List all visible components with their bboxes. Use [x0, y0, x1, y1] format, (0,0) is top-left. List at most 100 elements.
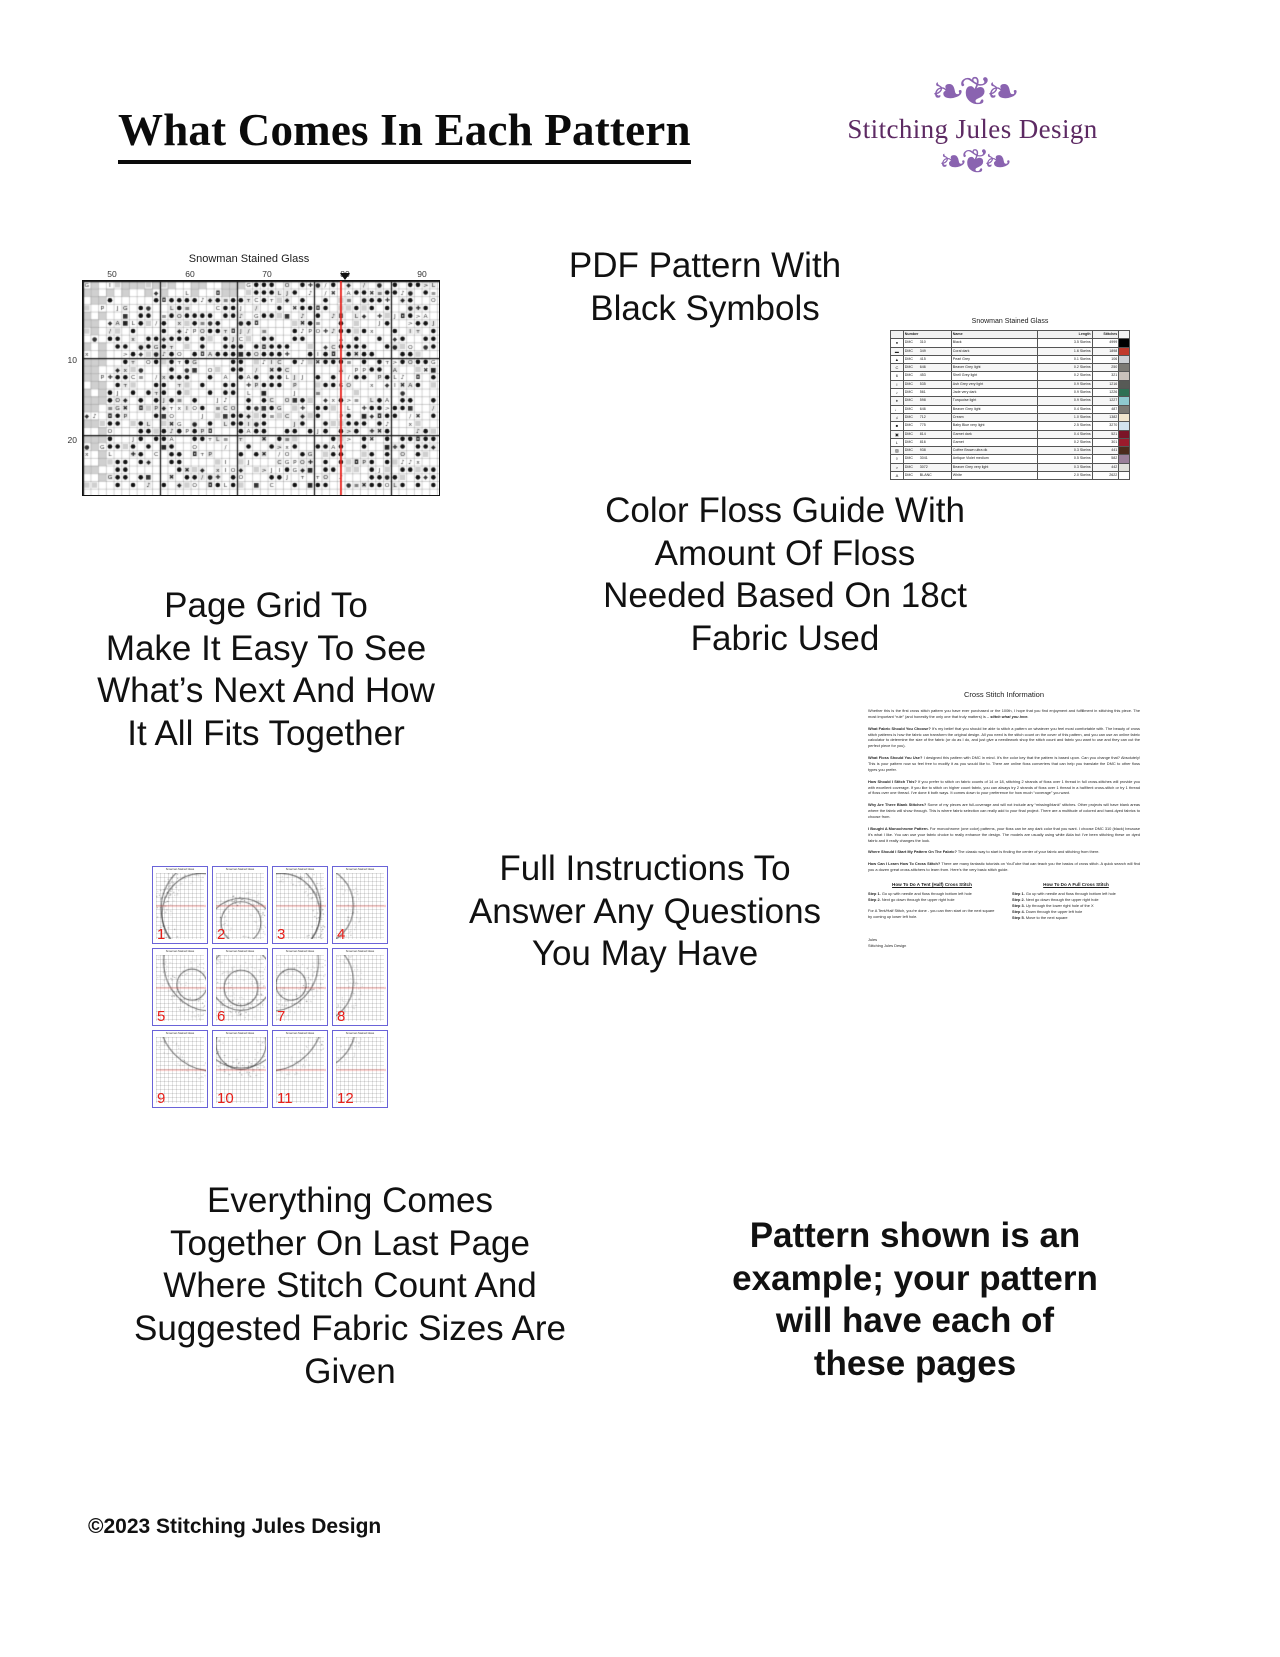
floss-color-swatch: [1119, 364, 1129, 371]
floss-color-swatch: [1119, 381, 1129, 388]
instructions-intro-emphasis: stitch what you love.: [990, 714, 1028, 719]
floss-stitches: 487: [1092, 405, 1119, 413]
page-grid-thumbnail: Snowman Stained Glass 2: [212, 866, 268, 944]
floss-stitches: 301: [1092, 438, 1119, 446]
floss-table-row: 6 DMC 453 Shell Grey light 0.2 Skeins 321: [891, 372, 1130, 380]
howto-section: How To Do A Tent (Half) Cross Stitch Ste…: [868, 882, 1140, 921]
floss-number: DMC 712: [903, 413, 951, 421]
floss-swatch: [1119, 413, 1130, 421]
floss-stitches: 1227: [1092, 397, 1119, 405]
floss-number: DMC 646: [903, 405, 951, 413]
howto-full-stitch: How To Do A Full Cross Stitch Step 1. Go…: [1012, 882, 1140, 921]
floss-swatch: [1119, 463, 1130, 471]
floss-table-row: ♦ DMC 598 Turquoise light 0.9 Skeins 1227: [891, 397, 1130, 405]
floss-length: 0.5 Skeins: [1038, 455, 1092, 463]
floss-length: 2.5 Skeins: [1038, 422, 1092, 430]
floss-table-row: ▬ DMC 349 Coral dark 1.6 Skeins 1898: [891, 347, 1130, 355]
floss-color-swatch: [1119, 447, 1129, 454]
floss-name: Pearl Grey: [951, 355, 1037, 363]
floss-number: DMC 535: [903, 380, 951, 388]
floss-number: DMC 816: [903, 438, 951, 446]
floss-stitches: 4999: [1092, 339, 1119, 347]
floss-length: 0.4 Skeins: [1038, 430, 1092, 438]
floss-number: DMC 3072: [903, 463, 951, 471]
page-grid-thumbnails: Snowman Stained Glass 1 Snowman Stained Gl…: [152, 866, 392, 1116]
floss-col-stitches: Stitches: [1092, 331, 1119, 339]
floss-color-swatch: [1119, 372, 1129, 379]
floss-col-name: Name: [951, 331, 1037, 339]
floss-number: DMC 349: [903, 347, 951, 355]
callout-pdf-pattern: PDF Pattern With Black Symbols: [500, 245, 910, 330]
instructions-section-heading: I Bought A Monochrome Pattern.: [868, 826, 929, 831]
floss-table-row: ● DMC 310 Black 3.5 Skeins 4999: [891, 339, 1130, 347]
floss-symbol: >: [891, 463, 904, 471]
floss-symbol: ▲: [891, 355, 904, 363]
thumbnail-title: Snowman Stained Glass: [273, 950, 327, 953]
floss-table-header-row: Number Name Length Stitches: [891, 331, 1130, 339]
page-grid-thumbnail: Snowman Stained Glass 3: [272, 866, 328, 944]
floss-number: DMC BLANC: [903, 472, 951, 480]
floss-table-row: ♪ DMC 561 Jade very dark 0.9 Skeins 1226: [891, 389, 1130, 397]
floss-length: 0.9 Skeins: [1038, 380, 1092, 388]
floss-symbol: ■: [891, 422, 904, 430]
floss-col-length: Length: [1038, 331, 1092, 339]
floss-color-swatch: [1119, 431, 1129, 438]
floss-table-title: Snowman Stained Glass: [890, 318, 1130, 325]
floss-name: Baby Blue very light: [951, 422, 1037, 430]
floss-swatch: [1119, 430, 1130, 438]
instructions-signature: Jules Stitching Jules Design: [868, 937, 1140, 949]
howto-step-label: Step 4.: [1012, 909, 1025, 914]
page-grid-number: 4: [337, 927, 345, 942]
floss-name: Turquoise light: [951, 397, 1037, 405]
page-grid-thumbnail: Snowman Stained Glass 6: [212, 948, 268, 1026]
floss-number: DMC 646: [903, 364, 951, 372]
page-grid-thumbnail: Snowman Stained Glass 4: [332, 866, 388, 944]
chart-col-label: 60: [185, 269, 194, 279]
instructions-section-heading: Why Are There Blank Stitches?: [868, 802, 926, 807]
floss-swatch: [1119, 438, 1130, 446]
floss-col-number: Number: [903, 331, 951, 339]
chart-col-label: 50: [107, 269, 116, 279]
floss-swatch: [1119, 422, 1130, 430]
thumbnail-title: Snowman Stained Glass: [153, 868, 207, 871]
floss-swatch: [1119, 355, 1130, 363]
floss-symbol: ♪: [891, 389, 904, 397]
floss-name: Shell Grey light: [951, 372, 1037, 380]
floss-table-row: > DMC 3072 Beaver Grey very light 0.3 Skeins…: [891, 463, 1130, 471]
instructions-section: I Bought A Monochrome Pattern. For monoc…: [868, 826, 1140, 844]
chart-col-label: 90: [417, 269, 426, 279]
floss-swatch: [1119, 405, 1130, 413]
chart-column-labels: 50 60 70 80 90: [60, 269, 438, 280]
callout-full-instructions: Full Instructions To Answer Any Question…: [430, 848, 860, 976]
floss-length: 0.3 Skeins: [1038, 463, 1092, 471]
howto-step-label: Step 2.: [868, 897, 881, 902]
floss-swatch: [1119, 397, 1130, 405]
floss-table-row: ♩ DMC 646 Beaver Grey light 0.4 Skeins 487: [891, 405, 1130, 413]
callout-last-page: Everything Comes Together On Last Page W…: [55, 1180, 645, 1393]
floss-table-row: ♫ DMC 712 Cream 1.0 Skeins 1382: [891, 413, 1130, 421]
floss-stitches: 1382: [1092, 413, 1119, 421]
thumbnail-title: Snowman Stained Glass: [273, 868, 327, 871]
floss-name: Beaver Grey light: [951, 364, 1037, 372]
howto-step: Step 2. Next go down through the upper r…: [868, 897, 996, 903]
floss-table-row: ▨ DMC 938 Coffee Brown ultra dk 0.3 Skeins 44…: [891, 447, 1130, 455]
instructions-section-heading: What Floss Should You Use?: [868, 755, 922, 760]
page-grid-number: 2: [217, 927, 225, 942]
floss-table-row: ■ DMC 775 Baby Blue very light 2.5 Skeins 327…: [891, 422, 1130, 430]
howto-tent-heading: How To Do A Tent (Half) Cross Stitch: [868, 882, 996, 887]
brand-logo: ❧❦❧ Stitching Jules Design ❧❦❧: [845, 72, 1100, 192]
flourish-bottom-icon: ❧❦❧: [845, 145, 1100, 181]
floss-name: Beaver Grey light: [951, 405, 1037, 413]
instructions-section-heading: How Can I Learn How To Cross Stitch?: [868, 861, 940, 866]
page-grid-number: 3: [277, 927, 285, 942]
floss-length: 0.2 Skeins: [1038, 364, 1092, 372]
floss-length: 0.3 Skeins: [1038, 447, 1092, 455]
page-grid-number: 6: [217, 1009, 225, 1024]
floss-number: DMC 598: [903, 397, 951, 405]
chart-title: Snowman Stained Glass: [60, 253, 438, 265]
floss-name: White: [951, 472, 1037, 480]
thumbnail-title: Snowman Stained Glass: [153, 1032, 207, 1035]
floss-stitches: 250: [1092, 364, 1119, 372]
floss-color-swatch: [1119, 439, 1129, 446]
instructions-document-preview: Cross Stitch Information Whether this is…: [868, 690, 1140, 1100]
